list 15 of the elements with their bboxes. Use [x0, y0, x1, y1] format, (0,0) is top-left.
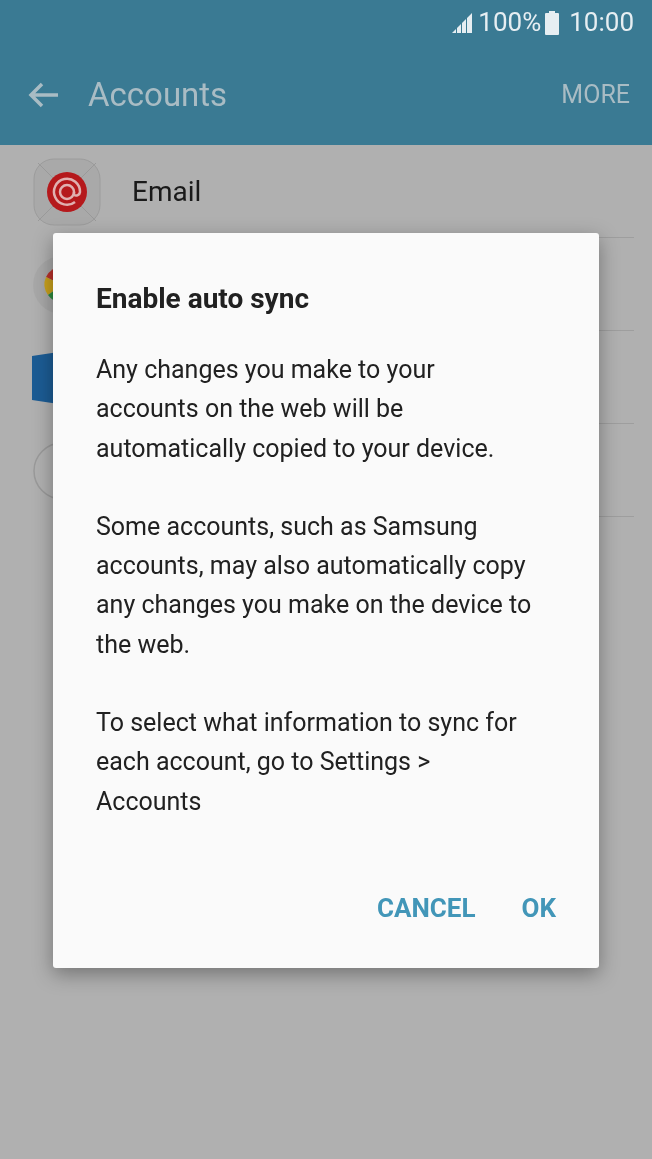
dialog-message: Any changes you make to your accounts on the web will be automatically copied to your device.	[96, 354, 496, 465]
more-button[interactable]: MORE	[561, 76, 630, 114]
dialog-title: Enable auto sync	[96, 281, 310, 317]
battery-icon	[545, 10, 560, 35]
battery-percent: 100%	[478, 6, 542, 39]
email-icon	[32, 156, 102, 227]
screen-title: Accounts	[88, 74, 228, 117]
dialog-message: Some accounts, such as Samsung accounts, may also automatically copy any changes you make on the device to the web.	[96, 510, 533, 661]
account-label: Email	[132, 173, 202, 210]
dialog-message: To select what information to sync for each account, go to Settings > Accounts	[96, 707, 518, 818]
back-icon[interactable]	[28, 81, 60, 109]
dialog-button[interactable]: OK	[521, 889, 556, 928]
signal-icon	[452, 12, 475, 33]
clock: 10:00	[569, 6, 634, 39]
dialog-button[interactable]: CANCEL	[377, 889, 476, 928]
